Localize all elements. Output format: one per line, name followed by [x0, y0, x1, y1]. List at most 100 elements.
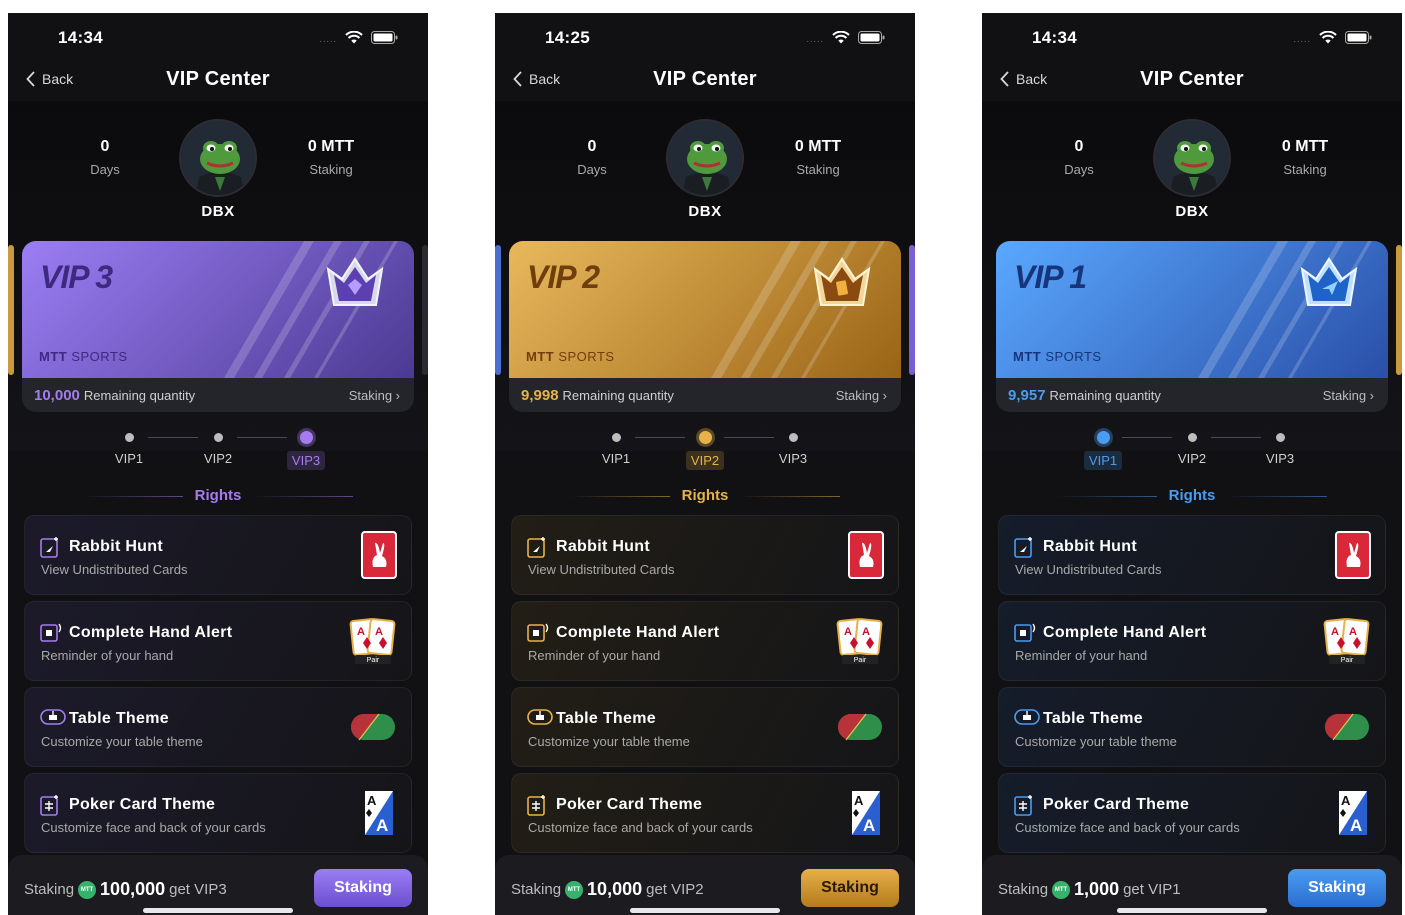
staking-link[interactable]: Staking ›	[1323, 388, 1374, 403]
rights-divider	[570, 496, 670, 497]
avatar[interactable]	[1153, 119, 1231, 197]
right-card-table-theme[interactable]: Table Theme Customize your table theme	[998, 687, 1386, 767]
right-card-hand-alert[interactable]: Complete Hand Alert Reminder of your han…	[511, 601, 899, 681]
level-step-vip1[interactable]: VIP1	[99, 431, 159, 468]
status-time: 14:25	[545, 28, 590, 47]
level-step-vip3[interactable]: VIP3	[276, 431, 336, 470]
right-card-rabbit-hunt[interactable]: Rabbit Hunt View Undistributed Cards	[998, 515, 1386, 595]
staking-prefix: Staking	[511, 881, 562, 898]
staking-value: 0 MTT	[1281, 138, 1329, 155]
staking-link[interactable]: Staking ›	[349, 388, 400, 403]
level-step-vip2[interactable]: VIP2	[188, 431, 248, 468]
next-card-peek[interactable]	[1396, 245, 1402, 375]
step-label: VIP1	[114, 451, 144, 466]
staking-button[interactable]: Staking	[801, 869, 899, 907]
right-desc: Customize your table theme	[528, 734, 690, 749]
vip-card[interactable]: VIP 3 MTT SPORTS 10,000 Remaining quantit…	[22, 241, 414, 412]
step-dot	[788, 433, 798, 442]
right-desc: Customize your table theme	[1015, 734, 1177, 749]
right-desc: View Undistributed Cards	[41, 562, 188, 577]
brand-logo: MTT SPORTS	[39, 349, 128, 364]
right-desc: Reminder of your hand	[1015, 648, 1148, 663]
level-stepper: VIP1 VIP2 VIP3	[982, 431, 1402, 471]
right-card-hand-alert[interactable]: Complete Hand Alert Reminder of your han…	[24, 601, 412, 681]
battery-icon	[1345, 30, 1372, 44]
step-label: VIP2	[203, 451, 233, 466]
staking-button[interactable]: Staking	[1288, 869, 1386, 907]
vip-level-title: VIP 2	[527, 259, 600, 295]
staking-amount: 100,000	[100, 879, 166, 899]
level-step-vip2[interactable]: VIP2	[1162, 431, 1222, 468]
right-card-poker-card-theme[interactable]: Poker Card Theme Customize face and back…	[998, 773, 1386, 853]
status-icons: .....	[806, 30, 885, 44]
level-step-vip2[interactable]: VIP2	[675, 431, 735, 470]
svg-text:A: A	[863, 816, 875, 835]
next-card-peek[interactable]	[909, 245, 915, 375]
brand-logo: MTT SPORTS	[526, 349, 615, 364]
status-bar: 14:34 .....	[982, 13, 1402, 61]
hand-alert-icon	[40, 622, 62, 644]
right-card-table-theme[interactable]: Table Theme Customize your table theme	[511, 687, 899, 767]
staking-requirement: Staking MTT 10,000 get VIP2	[511, 879, 704, 900]
battery-icon	[858, 30, 885, 44]
right-title: Poker Card Theme	[1043, 796, 1190, 813]
avatar[interactable]	[666, 119, 744, 197]
status-icons: .....	[319, 30, 398, 44]
ace-card-icon: AA	[848, 789, 884, 837]
prev-card-peek[interactable]	[8, 245, 14, 375]
poker-card-theme-icon	[1014, 794, 1034, 816]
phone-screen-vip3: 14:34 ..... Back VIP Center 0 Days 0 MTT…	[8, 13, 428, 915]
right-card-rabbit-hunt[interactable]: Rabbit Hunt View Undistributed Cards	[24, 515, 412, 595]
poker-card-theme-icon	[527, 794, 547, 816]
staking-button[interactable]: Staking	[314, 869, 412, 907]
right-card-rabbit-hunt[interactable]: Rabbit Hunt View Undistributed Cards	[511, 515, 899, 595]
table-color-icon	[349, 710, 397, 744]
level-step-vip3[interactable]: VIP3	[763, 431, 823, 468]
home-indicator[interactable]	[143, 908, 293, 913]
phone-screen-vip1: 14:34 ..... Back VIP Center 0 Days 0 MTT…	[982, 13, 1402, 915]
right-title: Complete Hand Alert	[69, 624, 233, 641]
step-label: VIP3	[1265, 451, 1295, 466]
step-dot	[213, 433, 223, 442]
level-step-vip1[interactable]: VIP1	[586, 431, 646, 468]
level-step-vip3[interactable]: VIP3	[1250, 431, 1310, 468]
remaining-label: Remaining quantity	[562, 388, 674, 403]
status-time: 14:34	[58, 28, 103, 47]
pair-cards-icon: A A Pair	[1323, 617, 1371, 665]
home-indicator[interactable]	[1117, 908, 1267, 913]
rabbit-card-icon	[848, 531, 884, 579]
right-title: Table Theme	[556, 710, 656, 727]
right-title: Rabbit Hunt	[69, 538, 163, 555]
days-label: Days	[90, 162, 120, 177]
vip-card[interactable]: VIP 1 MTT SPORTS 9,957 Remaining quantity…	[996, 241, 1388, 412]
remaining-quantity: 10,000 Remaining quantity	[34, 387, 195, 404]
hand-alert-icon	[527, 622, 549, 644]
prev-card-peek[interactable]	[495, 245, 501, 375]
ace-card-icon: AA	[1335, 789, 1371, 837]
status-icons: .....	[1293, 30, 1372, 44]
remaining-quantity: 9,998 Remaining quantity	[521, 387, 674, 404]
staking-label: Staking	[309, 162, 353, 177]
days-stat: 0 Days	[537, 138, 647, 177]
right-card-poker-card-theme[interactable]: Poker Card Theme Customize face and back…	[24, 773, 412, 853]
svg-text:A: A	[357, 626, 365, 638]
wifi-icon	[1319, 30, 1337, 44]
staking-amount: 1,000	[1074, 879, 1120, 899]
right-card-poker-card-theme[interactable]: Poker Card Theme Customize face and back…	[511, 773, 899, 853]
staking-suffix: get VIP1	[1123, 881, 1181, 898]
days-value: 0	[1074, 138, 1084, 155]
home-indicator[interactable]	[630, 908, 780, 913]
avatar[interactable]	[179, 119, 257, 197]
pair-cards-icon: A A Pair	[836, 617, 884, 665]
vip-card[interactable]: VIP 2 MTT SPORTS 9,998 Remaining quantity…	[509, 241, 901, 412]
right-card-hand-alert[interactable]: Complete Hand Alert Reminder of your han…	[998, 601, 1386, 681]
nav-bar: Back VIP Center	[982, 63, 1402, 101]
next-card-peek[interactable]	[422, 245, 428, 375]
staking-amount: 10,000	[587, 879, 643, 899]
right-card-table-theme[interactable]: Table Theme Customize your table theme	[24, 687, 412, 767]
level-step-vip1[interactable]: VIP1	[1073, 431, 1133, 470]
svg-text:A: A	[862, 626, 870, 638]
svg-text:A: A	[1341, 793, 1351, 808]
pair-badge: Pair	[854, 657, 867, 664]
staking-link[interactable]: Staking ›	[836, 388, 887, 403]
